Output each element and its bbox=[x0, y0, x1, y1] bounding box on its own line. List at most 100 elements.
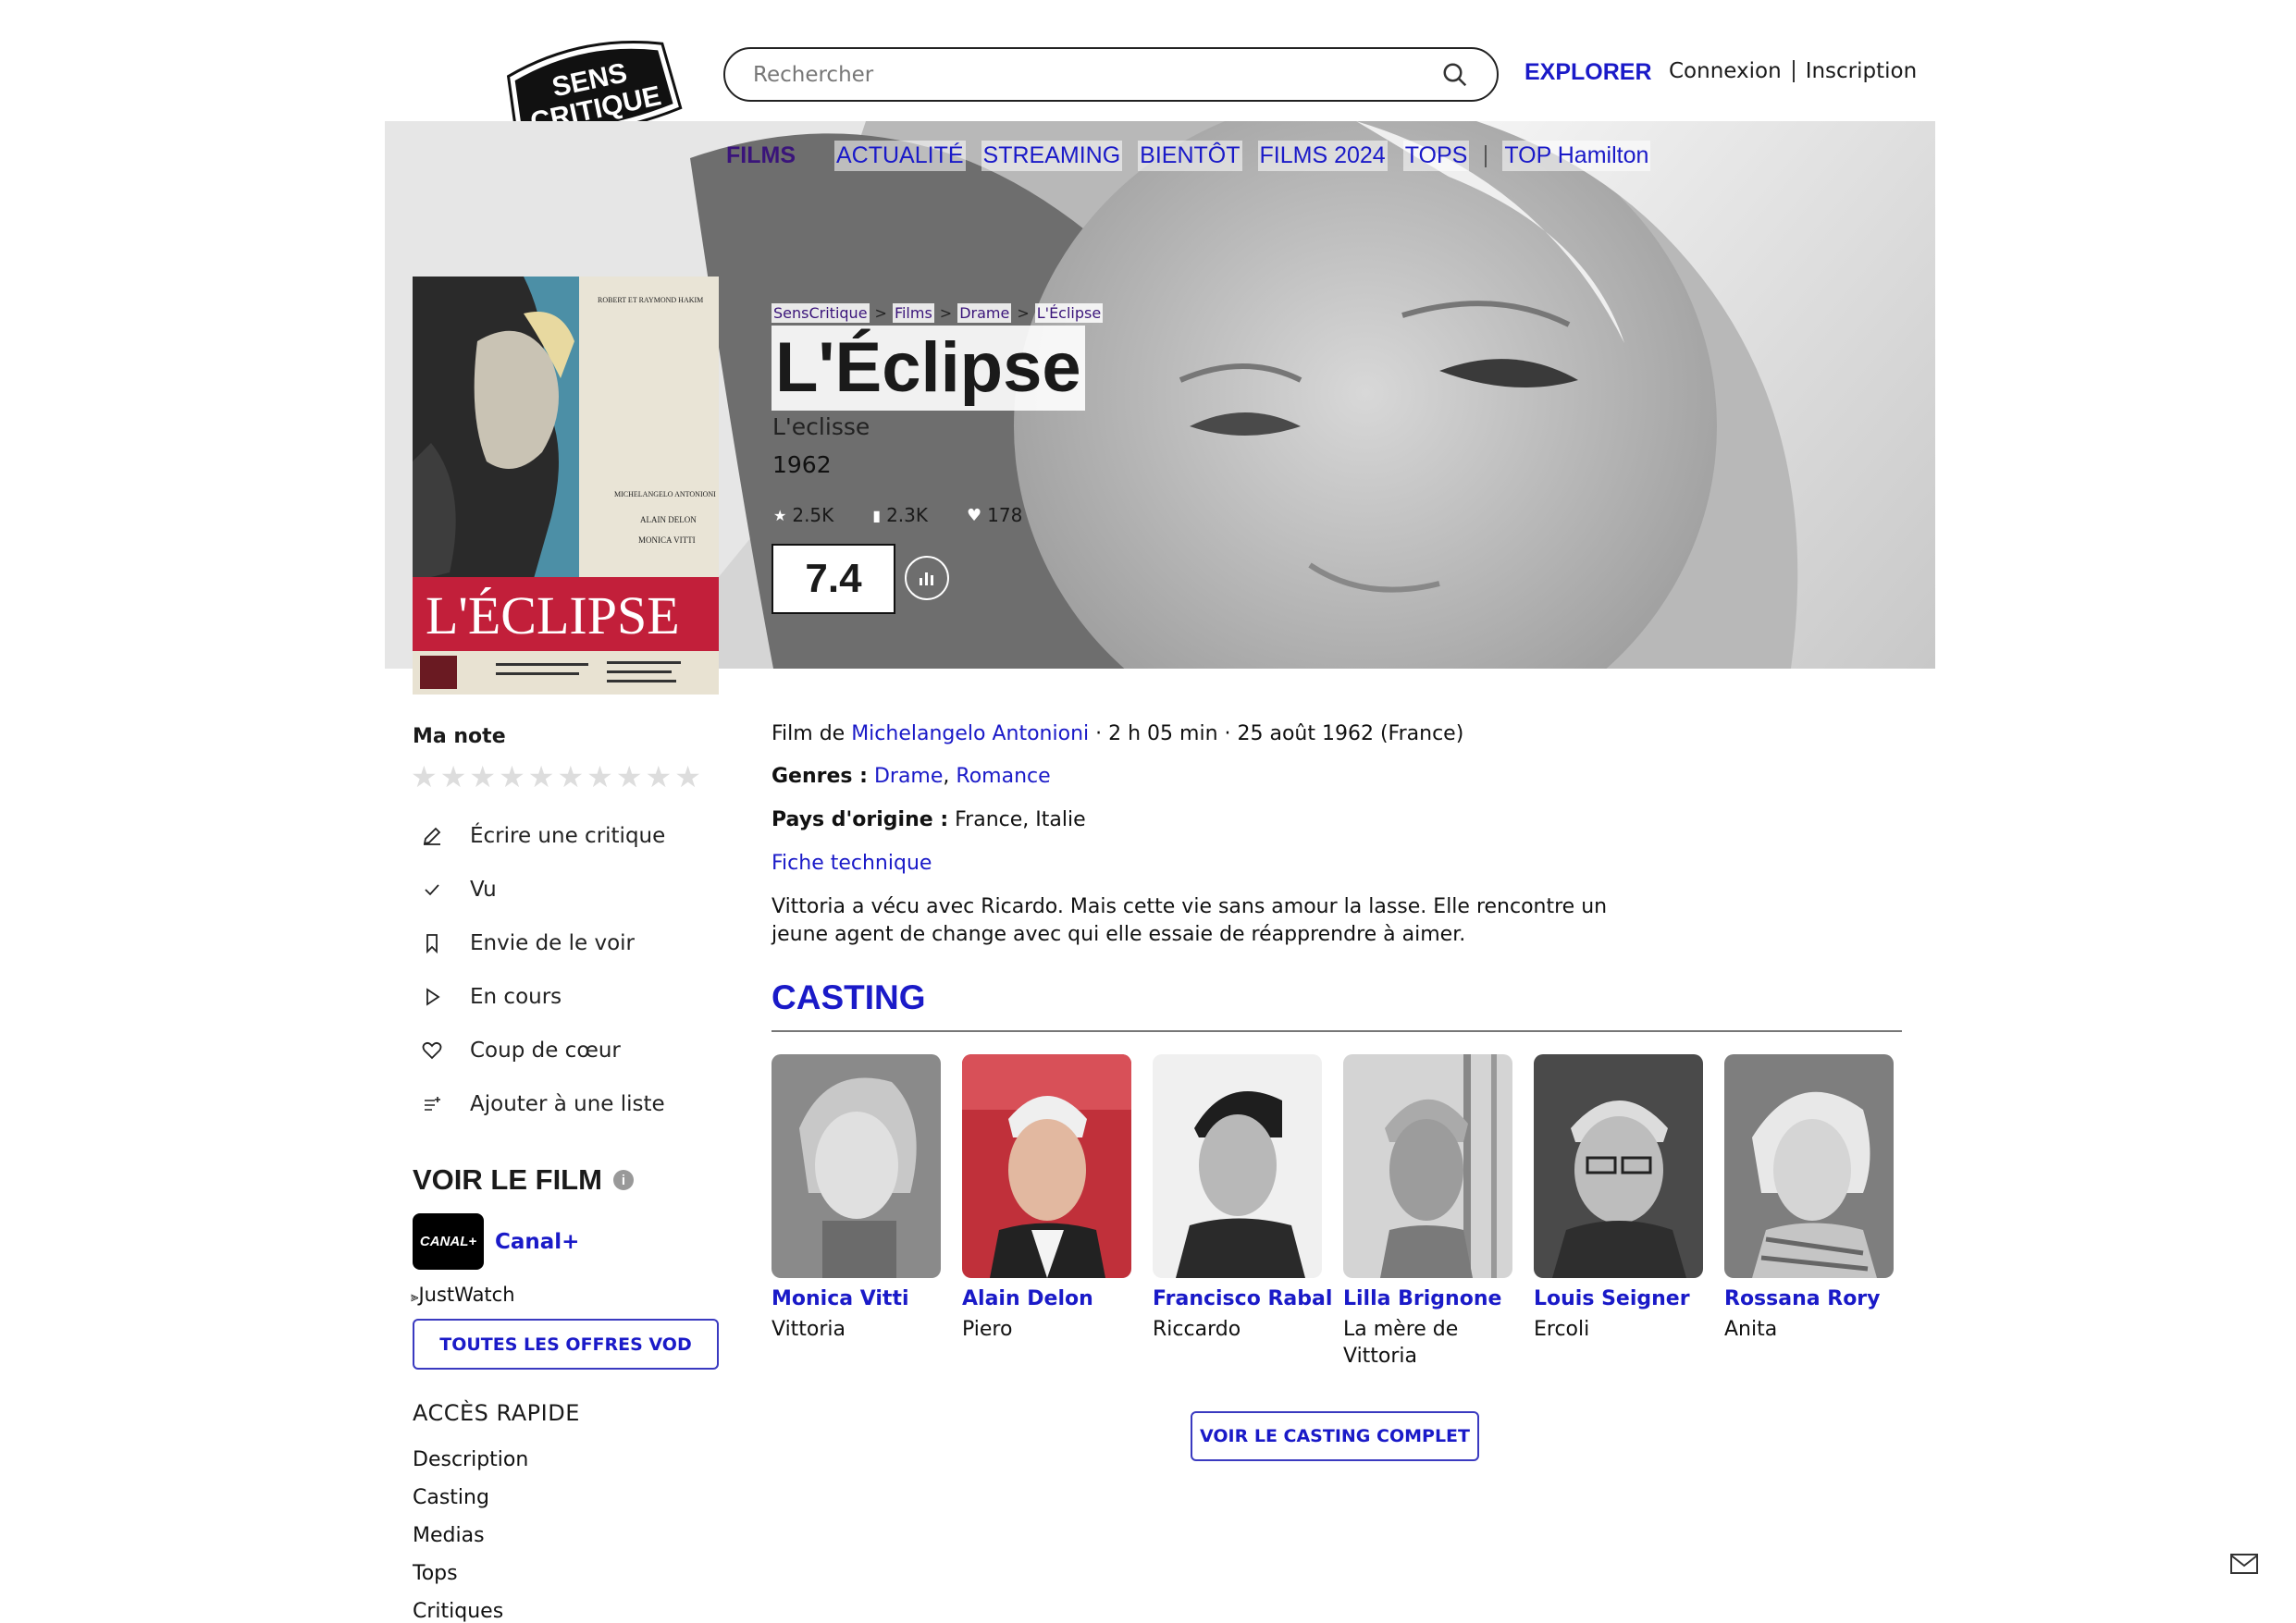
actor-card[interactable]: Louis Seigner Ercoli bbox=[1534, 1054, 1703, 1343]
actor-card[interactable]: Lilla Brignone La mère de Vittoria bbox=[1343, 1054, 1512, 1370]
film-details: Film de Michelangelo Antonioni · 2 h 05 … bbox=[772, 722, 1463, 745]
actor-name[interactable]: Louis Seigner bbox=[1534, 1287, 1703, 1310]
check-icon bbox=[418, 876, 446, 904]
nav-streaming[interactable]: STREAMING bbox=[981, 141, 1123, 171]
breadcrumb-genre[interactable]: Drame bbox=[957, 303, 1012, 323]
quick-access-title: ACCÈS RAPIDE bbox=[413, 1400, 580, 1426]
nav-separator bbox=[1485, 144, 1487, 167]
actor-name[interactable]: Francisco Rabal bbox=[1153, 1287, 1332, 1310]
quick-link-casting[interactable]: Casting bbox=[413, 1486, 489, 1509]
favorites-count[interactable]: ♥ 178 bbox=[967, 504, 1022, 526]
actor-name[interactable]: Monica Vitti bbox=[772, 1287, 941, 1310]
actor-card[interactable]: Francisco Rabal Riccardo bbox=[1153, 1054, 1332, 1343]
rating-star-icon[interactable]: ★ bbox=[469, 760, 496, 793]
countries-value: France, Italie bbox=[955, 808, 1086, 831]
all-vod-offers-button[interactable]: TOUTES LES OFFRES VOD bbox=[413, 1319, 719, 1370]
fiche-technique-link[interactable]: Fiche technique bbox=[772, 852, 932, 875]
actor-photo[interactable] bbox=[1153, 1054, 1322, 1278]
search-input[interactable] bbox=[753, 62, 1441, 87]
breadcrumb-current[interactable]: L'Éclipse bbox=[1034, 303, 1104, 323]
write-review-action[interactable]: Écrire une critique bbox=[418, 822, 665, 850]
justwatch-text: JustWatch bbox=[418, 1284, 515, 1306]
in-progress-action[interactable]: En cours bbox=[418, 983, 562, 1011]
nav-tops[interactable]: TOPS bbox=[1402, 141, 1470, 171]
actor-photo[interactable] bbox=[1343, 1054, 1512, 1278]
breadcrumb-separator: > bbox=[939, 304, 953, 322]
nav-top-hamilton[interactable]: TOP Hamilton bbox=[1502, 141, 1651, 171]
rating-star-icon[interactable]: ★ bbox=[557, 760, 584, 793]
casting-divider bbox=[772, 1030, 1902, 1032]
rating-stars[interactable]: ★ ★ ★ ★ ★ ★ ★ ★ ★ ★ bbox=[411, 760, 701, 793]
seen-action[interactable]: Vu bbox=[418, 876, 497, 904]
nav-actualite[interactable]: ACTUALITÉ bbox=[834, 141, 966, 171]
explorer-link[interactable]: EXPLORER bbox=[1524, 59, 1652, 86]
quick-link-tops[interactable]: Tops bbox=[413, 1562, 458, 1585]
rating-star-icon[interactable]: ★ bbox=[586, 760, 613, 793]
actor-card[interactable]: Rossana Rory Anita bbox=[1724, 1054, 1894, 1343]
rating-star-icon[interactable]: ★ bbox=[674, 760, 701, 793]
signup-link[interactable]: Inscription bbox=[1806, 59, 1918, 83]
actor-name[interactable]: Alain Delon bbox=[962, 1287, 1131, 1310]
info-icon[interactable]: i bbox=[612, 1170, 634, 1190]
actor-card[interactable]: Monica Vitti Vittoria bbox=[772, 1054, 941, 1343]
rating-star-icon[interactable]: ★ bbox=[440, 760, 467, 793]
wishlist-count-value: 2.3K bbox=[886, 504, 928, 526]
quick-link-medias[interactable]: Medias bbox=[413, 1524, 485, 1547]
full-cast-button[interactable]: VOIR LE CASTING COMPLET bbox=[1191, 1411, 1479, 1461]
add-to-list-label: Ajouter à une liste bbox=[470, 1092, 665, 1116]
breadcrumb-home[interactable]: SensCritique bbox=[772, 303, 870, 323]
quick-link-critiques[interactable]: Critiques bbox=[413, 1600, 503, 1623]
actor-name[interactable]: Lilla Brignone bbox=[1343, 1287, 1512, 1310]
bookmark-icon bbox=[418, 929, 446, 957]
breadcrumb-films[interactable]: Films bbox=[892, 303, 934, 323]
provider-canal[interactable]: CANAL+ Canal+ bbox=[413, 1213, 579, 1270]
ratings-count-value: 2.5K bbox=[792, 504, 834, 526]
justwatch-logo[interactable]: ⫸JustWatch bbox=[411, 1284, 515, 1306]
rating-star-icon[interactable]: ★ bbox=[616, 760, 643, 793]
wishlist-action[interactable]: Envie de le voir bbox=[418, 929, 635, 957]
provider-name: Canal+ bbox=[495, 1229, 580, 1254]
nav-films-2024[interactable]: FILMS 2024 bbox=[1257, 141, 1388, 171]
actor-role: La mère de Vittoria bbox=[1343, 1318, 1459, 1368]
actor-card[interactable]: Alain Delon Piero bbox=[962, 1054, 1131, 1343]
search-bar[interactable] bbox=[723, 47, 1499, 102]
canal-plus-logo: CANAL+ bbox=[413, 1213, 484, 1270]
wishlist-count[interactable]: ▮ 2.3K bbox=[872, 504, 928, 526]
movie-poster[interactable]: L'ÉCLIPSE ROBERT ET RAYMOND HAKIM MICHEL… bbox=[413, 277, 719, 695]
actor-role: Ercoli bbox=[1534, 1318, 1590, 1341]
auth-links: Connexion Inscription bbox=[1669, 59, 1917, 83]
rating-star-icon[interactable]: ★ bbox=[411, 760, 438, 793]
actor-role: Anita bbox=[1724, 1318, 1778, 1341]
actor-photo[interactable] bbox=[1724, 1054, 1894, 1278]
genre-link-drame[interactable]: Drame bbox=[874, 765, 943, 788]
rating-chart-icon[interactable] bbox=[905, 556, 949, 600]
favorites-count-value: 178 bbox=[987, 504, 1023, 526]
fiche-technique-label: Fiche technique bbox=[772, 852, 932, 875]
director-link[interactable]: Michelangelo Antonioni bbox=[851, 722, 1089, 745]
add-to-list-action[interactable]: Ajouter à une liste bbox=[418, 1090, 665, 1118]
average-rating[interactable]: 7.4 bbox=[772, 544, 895, 614]
favorite-action[interactable]: Coup de cœur bbox=[418, 1037, 621, 1064]
ratings-count[interactable]: ★ 2.5K bbox=[773, 504, 833, 526]
rating-star-icon[interactable]: ★ bbox=[499, 760, 525, 793]
actor-photo[interactable] bbox=[1534, 1054, 1703, 1278]
rating-star-icon[interactable]: ★ bbox=[528, 760, 555, 793]
film-duration-date: · 2 h 05 min · 25 août 1962 (France) bbox=[1095, 722, 1464, 745]
actor-name[interactable]: Rossana Rory bbox=[1724, 1287, 1894, 1310]
genres-label: Genres : bbox=[772, 765, 868, 788]
search-icon[interactable] bbox=[1441, 61, 1469, 89]
rating-star-icon[interactable]: ★ bbox=[646, 760, 673, 793]
quick-link-description[interactable]: Description bbox=[413, 1448, 528, 1471]
nav-bientot[interactable]: BIENTÔT bbox=[1138, 141, 1242, 171]
pencil-icon bbox=[418, 822, 446, 850]
synopsis: Vittoria a vécu avec Ricardo. Mais cette… bbox=[772, 895, 1608, 946]
nav-films[interactable]: FILMS bbox=[726, 142, 796, 169]
breadcrumb: SensCritique > Films > Drame > L'Éclipse bbox=[772, 303, 1104, 323]
poster-actor-1: ALAIN DELON bbox=[640, 515, 697, 524]
actor-photo[interactable] bbox=[962, 1054, 1131, 1278]
mail-icon[interactable] bbox=[2229, 1552, 2259, 1576]
favorite-label: Coup de cœur bbox=[470, 1039, 621, 1063]
login-link[interactable]: Connexion bbox=[1669, 59, 1782, 83]
actor-photo[interactable] bbox=[772, 1054, 941, 1278]
genre-link-romance[interactable]: Romance bbox=[956, 765, 1050, 788]
